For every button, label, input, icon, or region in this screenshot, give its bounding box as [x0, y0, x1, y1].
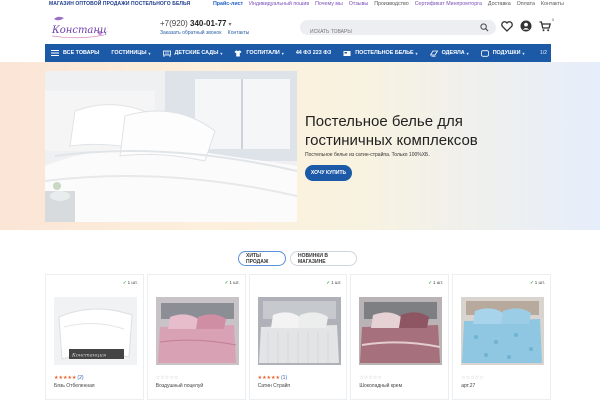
- crib-icon: [162, 50, 171, 57]
- stock-badge: ✓1 шт.: [428, 280, 444, 285]
- product-image[interactable]: [359, 297, 443, 365]
- product-logo: Констанция: [71, 353, 106, 359]
- review-count[interactable]: (1): [281, 375, 287, 381]
- product-name[interactable]: Воздушный поцелуй: [156, 383, 203, 389]
- nav-pager[interactable]: 1/2: [540, 50, 551, 56]
- top-link-contacts[interactable]: Контакты: [541, 1, 564, 7]
- product-name[interactable]: Шоколадный крем: [359, 383, 402, 389]
- product-tabs: ХИТЫ ПРОДАЖ НОВИНКИ В МАГАЗИНЕ: [238, 251, 357, 266]
- nav-44fz[interactable]: 44 ФЗ 223 ФЗ: [290, 44, 337, 62]
- contacts-link[interactable]: Контакты: [228, 30, 250, 36]
- top-strip: МАГАЗИН ОПТОВОЙ ПРОДАЖИ ПОСТЕЛЬНОГО БЕЛЬ…: [0, 0, 600, 10]
- product-card[interactable]: ✓1 шт. ★★★★★(1) Сатин Страйп: [248, 274, 348, 400]
- callback-link[interactable]: Заказать обратный звонок: [160, 30, 221, 36]
- page: МАГАЗИН ОПТОВОЙ ПРОДАЖИ ПОСТЕЛЬНОГО БЕЛЬ…: [0, 0, 600, 400]
- product-card[interactable]: ✓1 шт. ☆☆☆☆☆ Воздушный поцелуй: [146, 274, 246, 400]
- product-name[interactable]: арт.27: [461, 383, 475, 389]
- chevron-down-icon: ▾: [466, 50, 469, 56]
- menu-icon: [51, 50, 59, 56]
- pillow-icon: [480, 49, 489, 57]
- store-tagline: МАГАЗИН ОПТОВОЙ ПРОДАЖИ ПОСТЕЛЬНОГО БЕЛЬ…: [49, 1, 191, 7]
- nav-bed-linen[interactable]: ПОСТЕЛЬНОЕ БЕЛЬЕ ▾: [337, 44, 423, 62]
- chevron-down-icon: ▾: [281, 50, 284, 56]
- stock-badge: ✓1 шт.: [122, 280, 138, 285]
- search-icon[interactable]: [480, 23, 489, 32]
- tab-bestsellers[interactable]: ХИТЫ ПРОДАЖ: [238, 251, 286, 266]
- nav-all-products[interactable]: ВСЕ ТОВАРЫ: [45, 44, 105, 62]
- check-icon: ✓: [122, 280, 127, 285]
- product-card[interactable]: ✓1 шт. Констанция ★★★★★(2) Бязь Отбеленн…: [45, 274, 144, 400]
- product-image[interactable]: Констанция: [54, 297, 137, 365]
- product-name[interactable]: Сатин Страйп: [258, 383, 291, 389]
- logo-text: Констанция: [51, 25, 108, 36]
- phone[interactable]: +7(920) 340-01-77 ▾: [160, 19, 254, 28]
- rating-stars: ☆☆☆☆☆: [155, 375, 179, 381]
- blanket-icon: [429, 50, 438, 57]
- phone-block: +7(920) 340-01-77 ▾ Заказать обратный зво…: [160, 19, 254, 36]
- top-link-certificate[interactable]: Сертификат Минпромторга: [415, 1, 482, 7]
- hero-image-bedroom: [45, 71, 297, 222]
- chevron-down-icon: ▾: [148, 50, 151, 56]
- top-link-why[interactable]: Почему мы: [315, 1, 343, 7]
- chevron-down-icon: ▾: [220, 50, 223, 56]
- phone-sub: Заказать обратный звонок Контакты: [160, 30, 254, 36]
- top-link-reviews[interactable]: Отзывы: [349, 1, 368, 7]
- stock-badge: ✓1 шт.: [326, 280, 342, 285]
- hero-title: Постельное белье для гостиничных комплек…: [305, 113, 478, 149]
- nav-hospitals[interactable]: ГОСПИТАЛИ ▾: [228, 44, 289, 62]
- nav-pillows[interactable]: ПОДУШКИ ▾: [475, 44, 531, 62]
- check-icon: ✓: [326, 280, 331, 285]
- rating-stars: ★★★★★(2): [54, 375, 84, 381]
- nav-hotels[interactable]: ГОСТИНИЦЫ ▾: [105, 44, 156, 62]
- cart-icon[interactable]: 0: [538, 17, 554, 34]
- chevron-down-icon: ▾: [415, 50, 418, 56]
- cart-count-badge: 0: [551, 17, 554, 22]
- product-card[interactable]: ✓1 шт. ☆☆☆☆☆ Шоколадный крем: [350, 274, 450, 400]
- top-link-production[interactable]: Производство: [374, 1, 409, 7]
- search-input[interactable]: [300, 24, 460, 40]
- gown-icon: [234, 50, 242, 56]
- top-link-payment[interactable]: Оплата: [517, 1, 535, 7]
- chevron-down-icon: ▾: [522, 50, 525, 56]
- hero-subtitle: Постельное белье из сатин-страйпа. Тольк…: [305, 152, 430, 158]
- stock-badge: ✓1 шт.: [530, 280, 545, 285]
- tab-new-arrivals[interactable]: НОВИНКИ В МАГАЗИНЕ: [290, 251, 357, 266]
- stock-badge: ✓1 шт.: [224, 280, 240, 285]
- product-image[interactable]: [461, 297, 545, 365]
- search-box: [300, 20, 496, 40]
- favorites-heart-icon[interactable]: [500, 18, 514, 34]
- hero-buy-button[interactable]: ХОЧУ КУПИТЬ: [305, 165, 352, 181]
- rating-stars: ☆☆☆☆☆: [359, 375, 382, 381]
- product-card[interactable]: ✓1 шт. ☆☆☆☆☆ арт.27: [452, 274, 551, 400]
- top-links: Прайс-лист Индивидуальный пошив Почему м…: [213, 1, 570, 7]
- rating-stars: ★★★★★(1): [257, 375, 288, 381]
- rating-stars: ☆☆☆☆☆: [461, 375, 484, 381]
- top-link-custom[interactable]: Индивидуальный пошив: [249, 1, 309, 7]
- review-count[interactable]: (2): [77, 375, 83, 381]
- check-icon: ✓: [530, 280, 534, 285]
- header-icons: 0: [500, 17, 554, 34]
- top-link-price[interactable]: Прайс-лист: [213, 1, 243, 7]
- main-nav: ВСЕ ТОВАРЫ ГОСТИНИЦЫ ▾ ДЕТСКИЕ САДЫ ▾ ГОСП…: [45, 44, 551, 62]
- hero-banner[interactable]: Постельное белье для гостиничных комплек…: [0, 62, 600, 230]
- logo[interactable]: Констанция: [48, 13, 120, 40]
- product-name[interactable]: Бязь Отбеленная: [54, 383, 95, 389]
- nav-kindergartens[interactable]: ДЕТСКИЕ САДЫ ▾: [157, 44, 229, 62]
- chevron-down-icon[interactable]: ▾: [229, 22, 232, 28]
- check-icon: ✓: [224, 280, 229, 285]
- check-icon: ✓: [428, 280, 432, 285]
- account-user-icon[interactable]: [519, 18, 533, 34]
- product-image[interactable]: [257, 297, 341, 365]
- top-link-delivery[interactable]: Доставка: [488, 1, 511, 7]
- product-image[interactable]: [155, 297, 239, 365]
- bed-linen-icon: [343, 50, 351, 56]
- nav-blankets[interactable]: ОДЕЯЛА ▾: [424, 44, 475, 62]
- product-list: ✓1 шт. Констанция ★★★★★(2) Бязь Отбеленн…: [45, 274, 551, 400]
